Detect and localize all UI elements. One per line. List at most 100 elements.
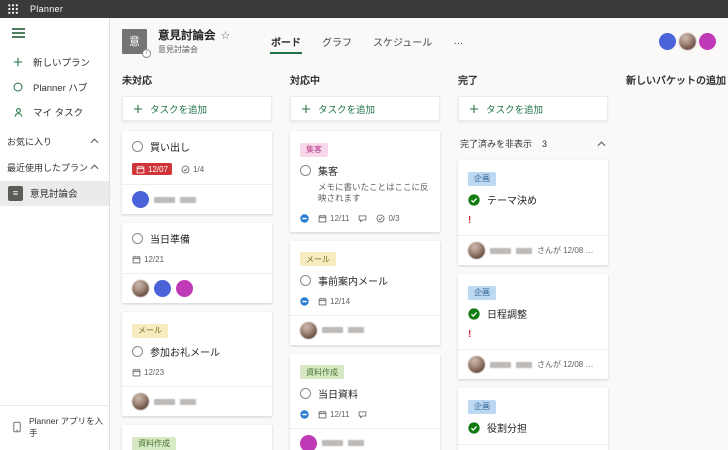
task-card[interactable]: 集客 集客 メモに書いたことはここに反映されます 12/11 0/3 <box>290 131 440 232</box>
completed-count: 3 <box>542 138 548 149</box>
badge-row: ! <box>468 330 598 340</box>
redacted-name <box>322 327 343 334</box>
card-list: 集客 集客 メモに書いたことはここに反映されます 12/11 0/3 メール 事前案内メール… <box>290 131 440 450</box>
hide-completed-toggle[interactable]: 完了済みを非表示 3 <box>460 137 606 150</box>
category-label: 企画 <box>468 399 496 414</box>
badge-row: 12/21 <box>132 255 262 264</box>
badge-row: 12/11 <box>300 410 430 419</box>
redacted-name <box>154 196 175 203</box>
member-avatar[interactable] <box>699 32 716 50</box>
plan-subtitle: 意見討論会 <box>158 45 198 54</box>
plus-icon <box>469 104 479 114</box>
add-task-button[interactable]: タスクを追加 <box>122 96 272 121</box>
category-label: 企画 <box>468 171 496 186</box>
task-card[interactable]: 資料作成当日資料 12/11 <box>290 353 440 450</box>
chevron-up-icon <box>90 162 99 172</box>
task-card[interactable]: 企画テーマ決め! さんが 12/08 に完了... <box>458 160 608 265</box>
app-name: Planner <box>30 4 64 14</box>
task-complete-circle[interactable] <box>132 233 143 244</box>
task-title: 当日資料 <box>318 389 358 401</box>
task-title: 事前案内メール <box>318 276 388 288</box>
task-card[interactable]: 当日準備 12/21 <box>122 223 272 303</box>
tab-charts[interactable]: グラフ <box>321 29 353 54</box>
member-avatar-photo[interactable] <box>679 32 696 50</box>
badge-row: ! <box>468 216 598 226</box>
tab-board[interactable]: ボード <box>270 29 302 54</box>
badge-row: 12/14 <box>300 297 430 306</box>
sidebar-section-recent-plans[interactable]: 最近使用したプラン <box>0 151 109 177</box>
sidebar-item-label: マイ タスク <box>33 108 84 120</box>
redacted-name <box>180 398 196 405</box>
task-complete-circle[interactable] <box>300 274 311 286</box>
completed-check-icon[interactable] <box>468 193 480 206</box>
card-footer <box>122 386 272 416</box>
card-footer: さんが 12/08 に完了... <box>458 235 608 265</box>
task-complete-circle[interactable] <box>300 387 311 399</box>
completed-by-text: さんが 12/08 に完了... <box>537 246 598 255</box>
member-avatar[interactable] <box>659 32 676 50</box>
card-list: 企画テーマ決め!さんが 12/08 に完了...企画日程調整!さんが 12/08… <box>458 160 608 450</box>
card-list: 買い出し 12/07 1/4 当日準備 12/21 メール 参加お礼メール 12/23 資料作成… <box>122 131 272 450</box>
add-task-button[interactable]: タスクを追加 <box>290 96 440 121</box>
get-planner-app-link[interactable]: Planner アプリを入手 <box>0 405 109 450</box>
tab-schedule[interactable]: スケジュール <box>372 29 433 54</box>
member-avatar-photo <box>132 393 149 410</box>
badge-row: 12/07 1/4 <box>132 163 262 175</box>
plan-members[interactable] <box>659 32 716 50</box>
task-complete-circle[interactable] <box>132 141 143 152</box>
task-card[interactable]: 買い出し 12/07 1/4 <box>122 131 272 214</box>
plan-thumb-icon: ≡ <box>8 185 23 201</box>
completed-by-text: さんが 12/08 に完了... <box>537 360 598 369</box>
sidebar-item-new-plan[interactable]: 新しいプラン <box>0 50 109 75</box>
member-avatar-photo <box>132 280 149 297</box>
favorite-star-icon[interactable]: ☆ <box>221 29 231 42</box>
plan-title: 意見討論会 <box>158 30 216 42</box>
tab-more[interactable]: … <box>452 31 464 52</box>
redacted-name <box>180 196 196 203</box>
menu-icon[interactable] <box>0 18 109 38</box>
task-card[interactable]: 企画役割分担さんが 12/08 に完了... <box>458 388 608 450</box>
sidebar-item-planner-hub[interactable]: Planner ハブ <box>0 75 109 100</box>
sidebar: 新しいプラン Planner ハブ マイ タスク お気に入り最近使用したプラン ≡ 意見… <box>0 18 110 450</box>
add-task-button[interactable]: タスクを追加 <box>458 96 608 121</box>
category-label: 資料作成 <box>300 365 344 380</box>
bucket-title: 完了 <box>458 76 478 87</box>
due-date-badge: 12/11 <box>318 214 349 223</box>
task-card[interactable]: メール 事前案内メール 12/14 <box>290 240 440 345</box>
redacted-name <box>348 440 364 447</box>
comment-icon <box>358 214 367 223</box>
member-avatar-photo <box>468 356 485 373</box>
sidebar-section-favorites[interactable]: お気に入り <box>0 125 109 151</box>
card-footer <box>122 184 272 214</box>
task-complete-circle[interactable] <box>300 165 311 176</box>
category-label: メール <box>132 323 168 338</box>
chevron-up-icon <box>90 136 99 146</box>
category-label: 集客 <box>300 142 328 157</box>
plus-icon <box>301 104 311 114</box>
section-label: お気に入り <box>7 136 53 147</box>
app-launcher-icon[interactable] <box>3 0 23 18</box>
task-card[interactable]: 資料作成報告用資料作成レビュー!12/250/2 <box>122 425 272 450</box>
completed-check-icon[interactable] <box>468 421 480 434</box>
section-label: 最近使用したプラン <box>7 162 89 173</box>
info-icon[interactable]: i <box>142 48 151 58</box>
category-label: 資料作成 <box>132 436 176 450</box>
due-date-badge: 12/11 <box>318 410 349 419</box>
completed-check-icon[interactable] <box>468 307 480 320</box>
card-footer: さんが 12/08 に完了... <box>458 349 608 379</box>
plan-header: 意 i 意見討論会 ☆ 意見討論会 ボード グラフ スケジュール… <box>110 18 728 64</box>
plus-icon <box>133 104 143 114</box>
task-card[interactable]: 企画日程調整! さんが 12/08 に完了... <box>458 274 608 379</box>
chevron-up-icon <box>597 140 606 147</box>
task-card[interactable]: メール 参加お礼メール 12/23 <box>122 312 272 416</box>
hide-completed-label: 完了済みを非表示 <box>460 139 533 149</box>
card-footer <box>122 273 272 303</box>
sidebar-item-label: Planner ハブ <box>33 83 88 95</box>
add-bucket-button[interactable]: 新しいバケットの追加 <box>626 72 728 87</box>
member-avatar-photo <box>300 321 317 339</box>
member-avatar <box>132 191 149 208</box>
sidebar-item-my-tasks[interactable]: マイ タスク <box>0 100 109 125</box>
topbar: Planner <box>0 0 728 18</box>
task-complete-circle[interactable] <box>132 346 143 357</box>
sidebar-item-plan[interactable]: ≡ 意見討論会 <box>0 180 109 206</box>
